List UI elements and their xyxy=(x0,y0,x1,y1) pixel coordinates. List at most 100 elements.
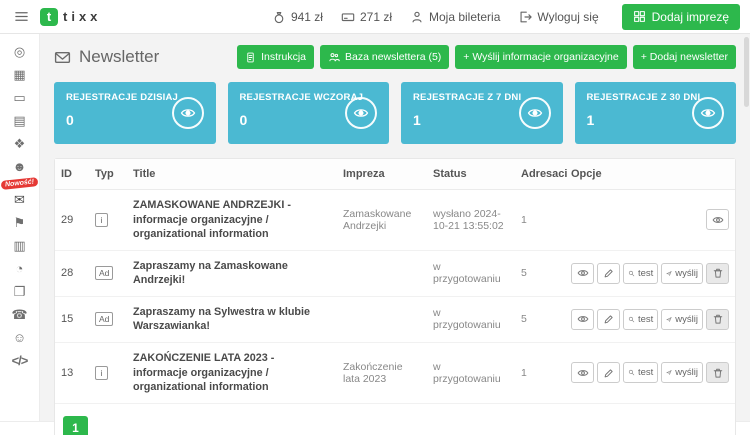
sidebar: ◎▦▭▤❖☻Nowość!✉⚑▥◔❐☎☺</> xyxy=(0,34,40,421)
send-org-info-button[interactable]: + Wyślij informacje organizacyjne xyxy=(455,45,626,69)
row-recipients: 1 xyxy=(515,190,565,251)
sidebar-item-integrations[interactable]: </> xyxy=(4,349,34,372)
wallet-balance[interactable]: 941 zł xyxy=(272,10,323,24)
eye-icon xyxy=(712,214,724,226)
sidebar-item-calendar[interactable]: ▦ xyxy=(4,63,34,86)
stats-row: REJESTRACJE DZISIAJ 0 REJESTRACJE WCZORA… xyxy=(54,82,736,144)
eye-icon xyxy=(577,367,589,379)
delete-button[interactable] xyxy=(706,263,729,284)
stat-view-button[interactable] xyxy=(172,97,204,129)
sidebar-item-documents[interactable]: ❐ xyxy=(4,280,34,303)
view-button[interactable] xyxy=(706,209,729,230)
user-icon xyxy=(410,10,424,24)
test-button[interactable]: test xyxy=(623,362,658,383)
sidebar-item-marketing[interactable]: ⚑ xyxy=(4,211,34,234)
edit-button[interactable] xyxy=(597,263,620,284)
topbar: t tixx 941 zł 271 zł Moja bileteria Wylo… xyxy=(0,0,750,34)
sidebar-item-finance[interactable]: ▤ xyxy=(4,109,34,132)
finance-icon: ▤ xyxy=(13,114,25,127)
type-badge: Ad xyxy=(95,312,113,326)
header-title: Title xyxy=(127,159,337,190)
newsletter-base-button[interactable]: Baza newslettera (5) xyxy=(320,45,449,69)
people-icon xyxy=(328,51,340,63)
sidebar-item-users[interactable]: ☺ xyxy=(4,326,34,349)
sidebar-item-reports[interactable]: ◔ xyxy=(4,257,34,280)
send-icon xyxy=(666,314,672,325)
brand-logo-icon: t xyxy=(40,8,58,26)
row-recipients: 5 xyxy=(515,296,565,342)
tags-icon: ❖ xyxy=(14,137,26,150)
delete-button[interactable] xyxy=(706,362,729,383)
eye-icon xyxy=(527,105,543,121)
add-event-button[interactable]: Dodaj imprezę xyxy=(622,4,740,30)
card-balance[interactable]: 271 zł xyxy=(341,10,392,24)
brand-logo[interactable]: t tixx xyxy=(40,8,101,26)
users-icon: ☺ xyxy=(13,331,26,344)
magnifier-icon xyxy=(628,268,635,279)
send-button-label: wyślij xyxy=(675,268,698,279)
test-button[interactable]: test xyxy=(623,309,658,330)
delete-button[interactable] xyxy=(706,309,729,330)
hamburger-icon xyxy=(14,9,29,24)
contact-icon: ☎ xyxy=(11,308,27,321)
send-button[interactable]: wyślij xyxy=(661,309,703,330)
header-impreza: Impreza xyxy=(337,159,427,190)
table-body: 29 i ZAMASKOWANE ANDRZEJKI - informacje … xyxy=(55,190,735,404)
row-actions xyxy=(571,209,729,230)
account-icon: ☻ xyxy=(13,160,27,173)
trash-icon xyxy=(712,267,724,279)
vertical-scrollbar[interactable] xyxy=(744,37,749,107)
logout-link[interactable]: Wyloguj się xyxy=(518,10,598,24)
row-status: wysłano 2024-10-21 13:55:02 xyxy=(427,190,515,251)
test-button[interactable]: test xyxy=(623,263,658,284)
sidebar-item-tags[interactable]: ❖ xyxy=(4,132,34,155)
pagination-page-1-button[interactable]: 1 xyxy=(63,416,88,435)
add-event-label: Dodaj imprezę xyxy=(652,10,729,24)
menu-toggle-button[interactable] xyxy=(10,6,32,28)
send-button[interactable]: wyślij xyxy=(661,362,703,383)
stat-view-button[interactable] xyxy=(519,97,551,129)
sidebar-items: ◎▦▭▤❖☻Nowość!✉⚑▥◔❐☎☺</> xyxy=(1,40,38,372)
sidebar-item-contact[interactable]: ☎ xyxy=(4,303,34,326)
edit-icon xyxy=(603,267,615,279)
document-icon xyxy=(245,52,256,63)
view-button[interactable] xyxy=(571,362,594,383)
sidebar-item-tickets[interactable]: ▥ xyxy=(4,234,34,257)
row-event: Zamaskowane Andrzejki xyxy=(337,190,427,251)
view-button[interactable] xyxy=(571,263,594,284)
row-recipients: 5 xyxy=(515,250,565,296)
stat-view-button[interactable] xyxy=(692,97,724,129)
type-badge: Ad xyxy=(95,266,113,280)
edit-button[interactable] xyxy=(597,362,620,383)
page-title-wrap: Newsletter xyxy=(54,47,159,67)
sidebar-item-account[interactable]: ☻ xyxy=(4,155,34,178)
send-org-info-label: + Wyślij informacje organizacyjne xyxy=(463,51,618,63)
table-row: 15 Ad Zapraszamy na Sylwestra w klubie W… xyxy=(55,296,735,342)
row-title: Zapraszamy na Sylwestra w klubie Warszaw… xyxy=(127,296,337,342)
card-icon xyxy=(341,10,355,24)
add-newsletter-button[interactable]: + Dodaj newsletter xyxy=(633,45,736,69)
logout-icon xyxy=(518,10,532,24)
row-id: 28 xyxy=(55,250,89,296)
send-button[interactable]: wyślij xyxy=(661,263,703,284)
test-button-label: test xyxy=(638,367,653,378)
sidebar-item-dashboard[interactable]: ◎ xyxy=(4,40,34,63)
my-ticket-office-label: Moja bileteria xyxy=(429,10,500,24)
header-id: ID xyxy=(55,159,89,190)
view-button[interactable] xyxy=(571,309,594,330)
stat-card: REJESTRACJE Z 7 DNI 1 xyxy=(401,82,563,144)
edit-button[interactable] xyxy=(597,309,620,330)
stat-view-button[interactable] xyxy=(345,97,377,129)
instruction-button[interactable]: Instrukcja xyxy=(237,45,314,69)
eye-icon xyxy=(577,267,589,279)
instruction-label: Instrukcja xyxy=(261,51,306,63)
magnifier-icon xyxy=(628,367,635,378)
documents-icon: ❐ xyxy=(14,285,26,298)
my-ticket-office-link[interactable]: Moja bileteria xyxy=(410,10,500,24)
sidebar-item-newsletter[interactable]: ✉ xyxy=(4,188,34,211)
dashboard-icon: ◎ xyxy=(14,45,25,58)
header-actions: Instrukcja Baza newslettera (5) + Wyślij… xyxy=(237,45,736,69)
header-adresaci: Adresaci xyxy=(515,159,565,190)
sidebar-item-box-office[interactable]: ▭ xyxy=(4,86,34,109)
eye-icon xyxy=(353,105,369,121)
